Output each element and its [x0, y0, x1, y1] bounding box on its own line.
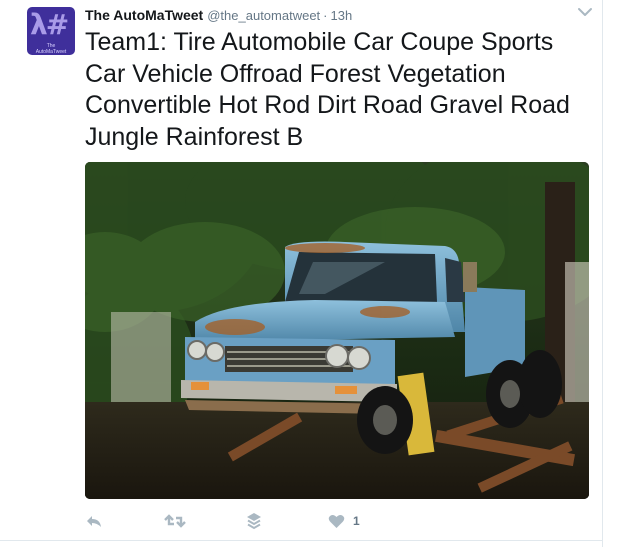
retweet-button[interactable] — [164, 510, 186, 532]
divider — [0, 540, 603, 541]
heart-icon — [328, 514, 345, 528]
retweet-icon — [164, 514, 186, 528]
like-button[interactable]: 1 — [328, 510, 360, 532]
tweet-card[interactable]: λ# The AutoMaTweet The AutoMaTweet @the_… — [0, 0, 629, 547]
truck-photo — [85, 162, 589, 499]
timestamp[interactable]: 13h — [331, 8, 353, 23]
separator: · — [323, 8, 328, 23]
avatar-logo: λ# — [30, 8, 69, 41]
tweet-photo[interactable] — [85, 162, 589, 499]
author-handle[interactable]: @the_automatweet — [207, 8, 320, 23]
reply-icon — [87, 516, 101, 527]
divider — [602, 0, 603, 547]
avatar[interactable]: λ# The AutoMaTweet — [27, 7, 75, 55]
avatar-caption: The AutoMaTweet — [35, 43, 67, 55]
stack-icon — [247, 513, 261, 530]
chevron-down-icon[interactable] — [576, 5, 594, 19]
author-name[interactable]: The AutoMaTweet — [85, 7, 203, 23]
like-count: 1 — [353, 514, 360, 528]
reply-button[interactable] — [85, 510, 103, 532]
buffer-button[interactable] — [246, 510, 262, 532]
tweet-text: Team1: Tire Automobile Car Coupe Sports … — [85, 28, 570, 151]
tweet-header: The AutoMaTweet @the_automatweet · 13h — [85, 7, 352, 25]
